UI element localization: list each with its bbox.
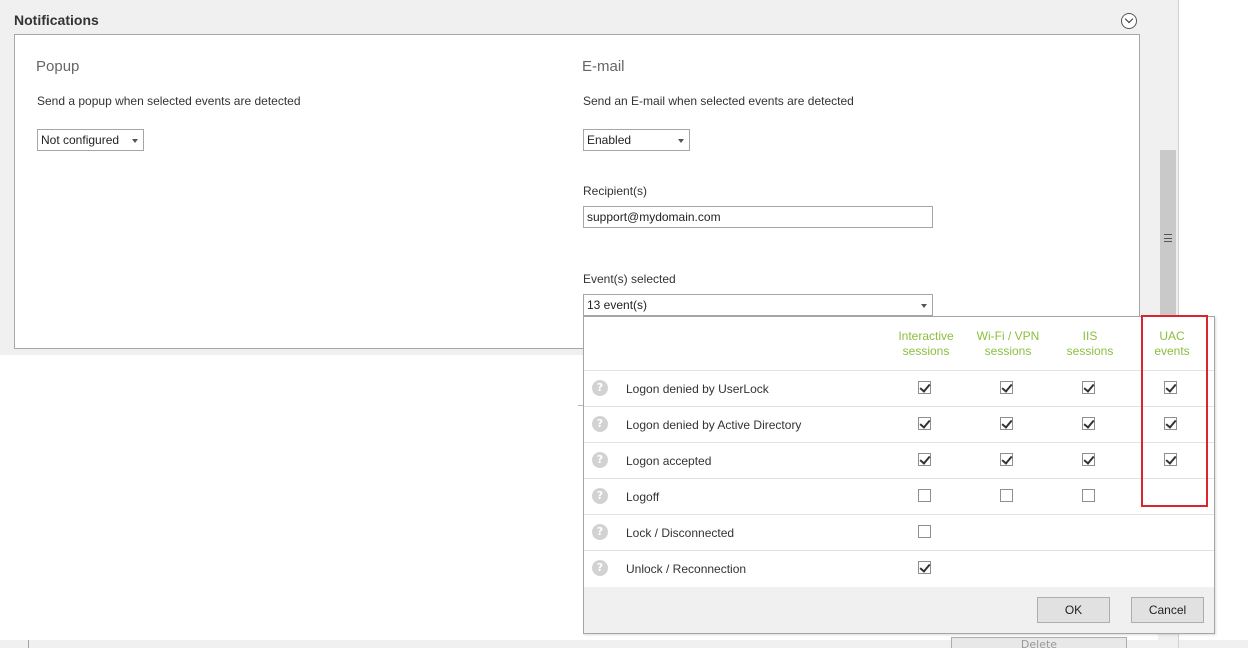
checkbox-interactive[interactable] [918, 417, 931, 430]
checkbox-iis[interactable] [1082, 381, 1095, 394]
event-label: Logon accepted [626, 454, 712, 468]
checkbox-interactive[interactable] [918, 561, 931, 574]
popup-description: Send a popup when selected events are de… [37, 94, 301, 108]
help-icon[interactable]: ? [592, 380, 608, 396]
checkbox-wifi-vpn[interactable] [1000, 417, 1013, 430]
email-heading: E-mail [582, 58, 625, 75]
checkbox-interactive[interactable] [918, 525, 931, 538]
column-header-wifi-vpn: Wi-Fi / VPN sessions [976, 329, 1040, 358]
event-label: Logon denied by UserLock [626, 382, 769, 396]
recipients-input[interactable]: support@mydomain.com [583, 206, 933, 228]
event-label: Lock / Disconnected [626, 526, 735, 540]
help-icon[interactable]: ? [592, 416, 608, 432]
row-divider [584, 406, 1214, 407]
page-lower-area [0, 355, 583, 640]
event-label: Unlock / Reconnection [626, 562, 747, 576]
bottom-divider [28, 640, 29, 648]
row-divider [584, 370, 1214, 371]
help-icon[interactable]: ? [592, 488, 608, 504]
events-dropdown: Interactive sessions Wi-Fi / VPN sessions … [583, 316, 1215, 634]
event-label: Logon denied by Active Directory [626, 418, 802, 432]
checkbox-interactive[interactable] [918, 453, 931, 466]
column-header-interactive: Interactive sessions [898, 329, 954, 358]
uac-column-highlight [1141, 315, 1208, 507]
popup-select[interactable]: Not configured [37, 129, 144, 151]
dropdown-footer: OK Cancel [584, 587, 1214, 633]
checkbox-iis[interactable] [1082, 417, 1095, 430]
recipients-label: Recipient(s) [583, 184, 648, 198]
collapse-chevron-icon[interactable] [1121, 13, 1137, 29]
delete-button[interactable]: Delete [951, 637, 1127, 648]
popup-heading: Popup [36, 58, 80, 75]
row-divider [584, 514, 1214, 515]
events-select-value: 13 event(s) [587, 298, 648, 312]
email-description: Send an E-mail when selected events are … [583, 94, 854, 108]
notifications-panel [14, 34, 1140, 349]
ok-button[interactable]: OK [1037, 597, 1110, 623]
events-label: Event(s) selected [583, 272, 676, 286]
scrollbar-grip-icon [1164, 234, 1172, 242]
section-title: Notifications [14, 12, 99, 28]
checkbox-wifi-vpn[interactable] [1000, 381, 1013, 394]
help-icon[interactable]: ? [592, 560, 608, 576]
email-select[interactable]: Enabled [583, 129, 690, 151]
popup-select-value: Not configured [41, 133, 120, 147]
email-select-value: Enabled [587, 133, 632, 147]
checkbox-interactive[interactable] [918, 489, 931, 502]
event-label: Logoff [626, 490, 660, 504]
dropdown-arrow-icon [132, 139, 138, 143]
column-header-iis: IIS sessions [1066, 329, 1114, 358]
checkbox-iis[interactable] [1082, 453, 1095, 466]
row-divider [584, 550, 1214, 551]
checkbox-interactive[interactable] [918, 381, 931, 394]
row-divider [584, 478, 1214, 479]
cancel-button[interactable]: Cancel [1131, 597, 1204, 623]
checkbox-wifi-vpn[interactable] [1000, 453, 1013, 466]
help-icon[interactable]: ? [592, 452, 608, 468]
dropdown-arrow-icon [678, 139, 684, 143]
checkbox-wifi-vpn[interactable] [1000, 489, 1013, 502]
events-select[interactable]: 13 event(s) [583, 294, 933, 316]
help-icon[interactable]: ? [592, 524, 608, 540]
dropdown-arrow-icon [921, 304, 927, 308]
row-divider [584, 442, 1214, 443]
checkbox-iis[interactable] [1082, 489, 1095, 502]
